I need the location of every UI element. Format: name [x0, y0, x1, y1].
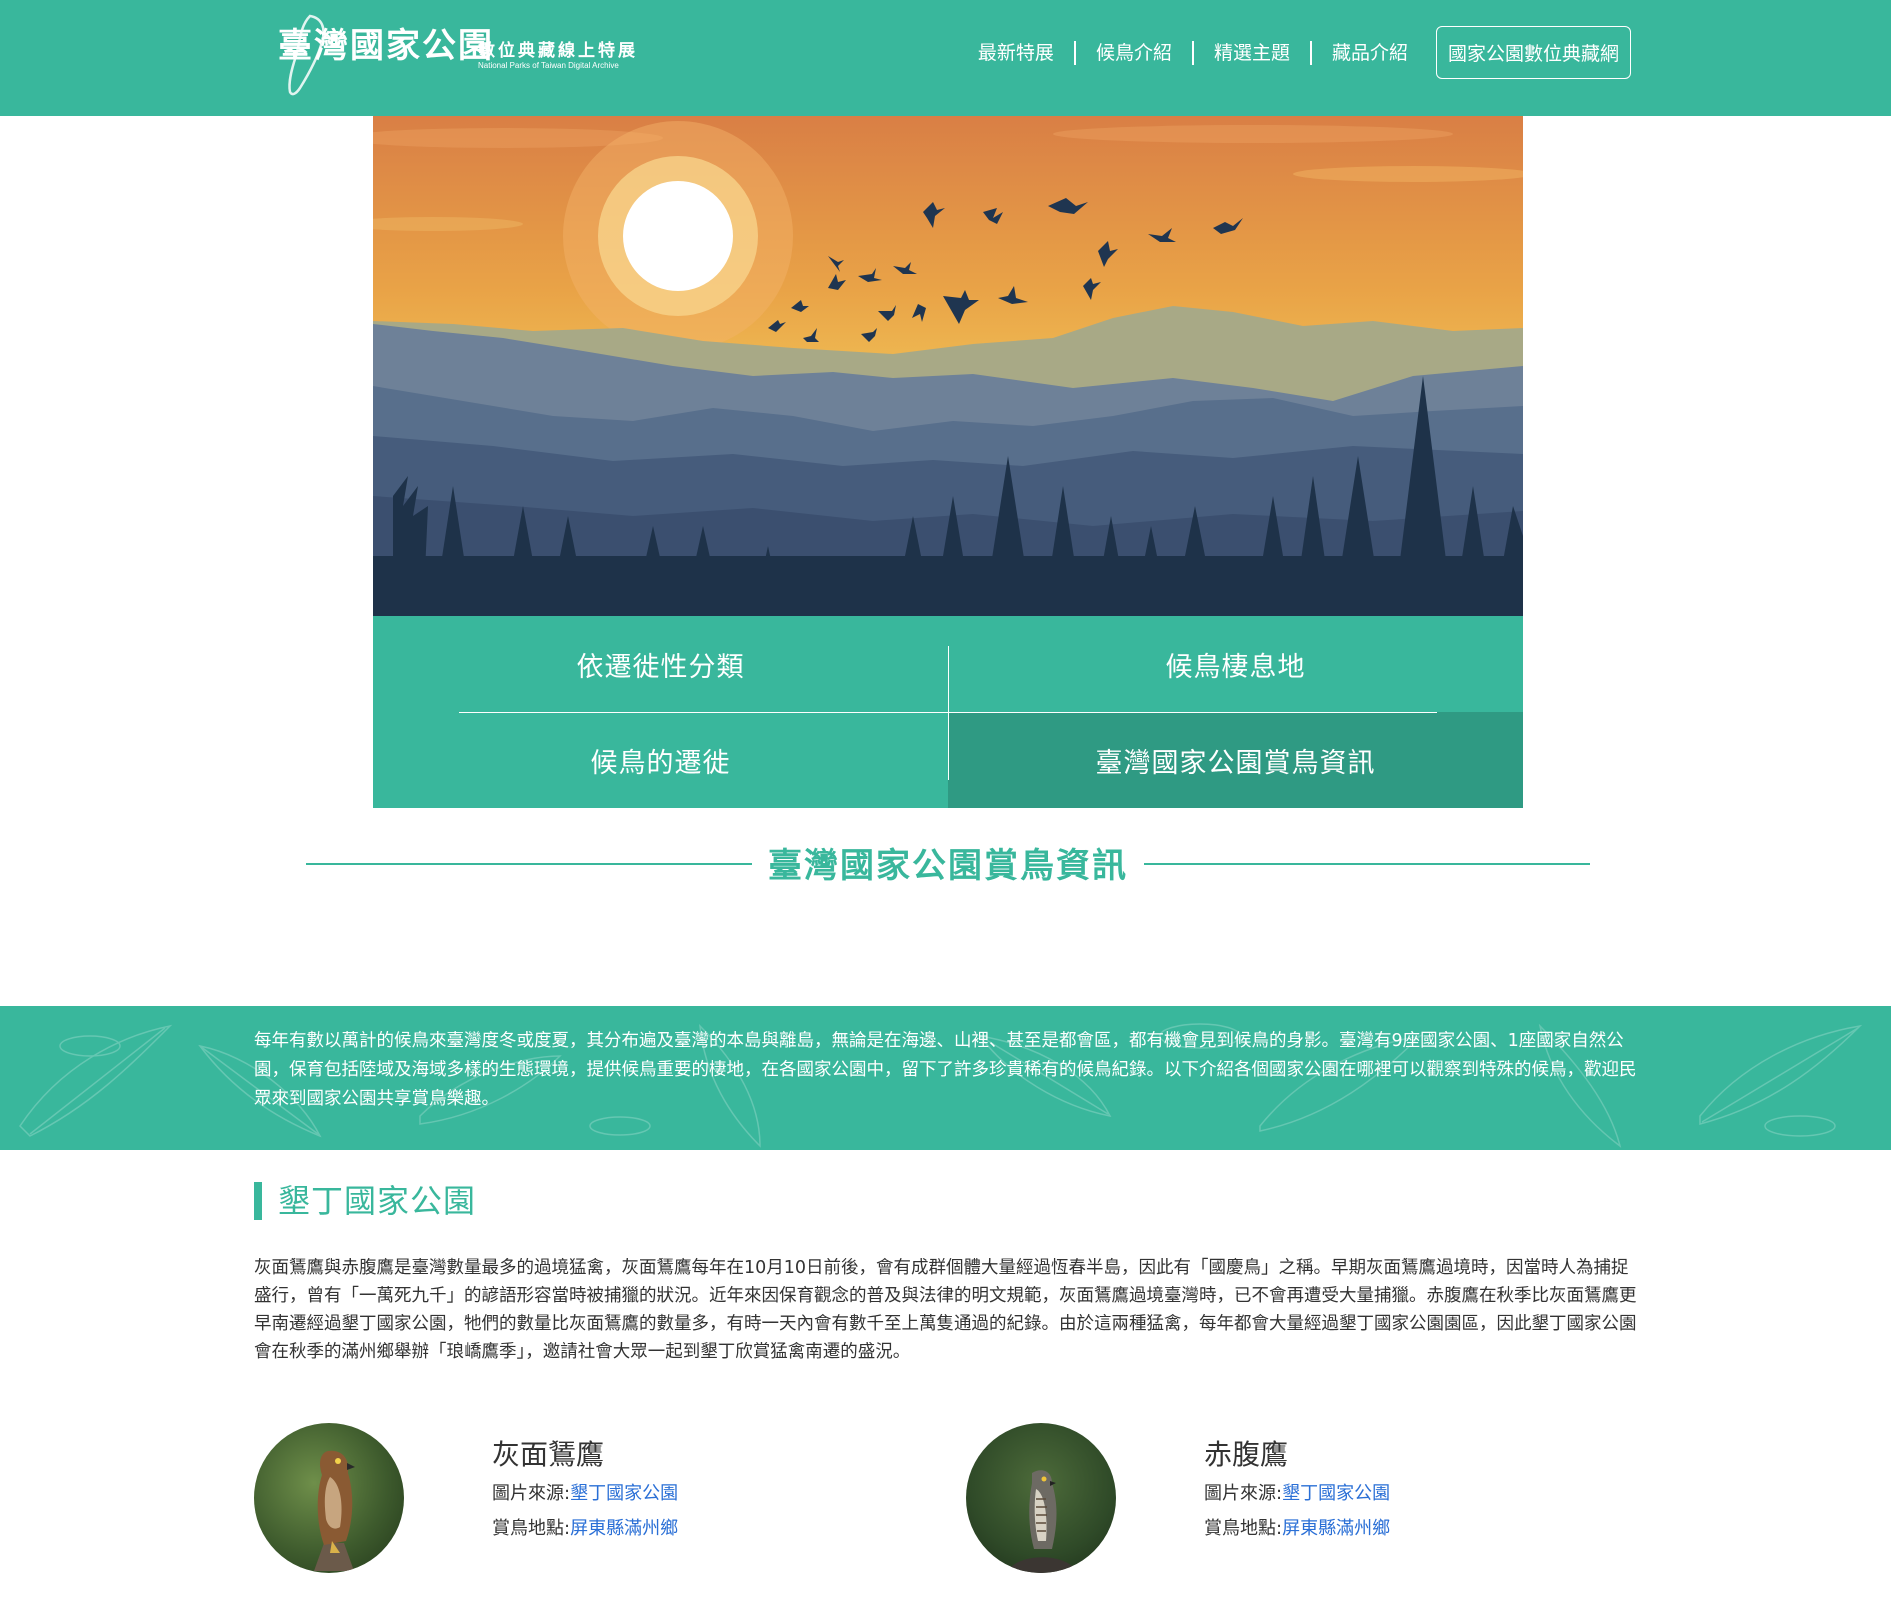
nav-migratory-birds[interactable]: 候鳥介紹: [1076, 40, 1194, 65]
bird-source-link[interactable]: 墾丁國家公園: [570, 1483, 678, 1504]
bird-location-link[interactable]: 屏東縣滿州鄉: [570, 1518, 678, 1539]
grey-faced-buzzard-photo: [254, 1423, 404, 1573]
bird-name: 赤腹鷹: [1204, 1438, 1289, 1471]
main-nav: 最新特展 候鳥介紹 精選主題 藏品介紹 國家公園數位典藏網: [958, 26, 1631, 79]
archive-site-button[interactable]: 國家公園數位典藏網: [1435, 26, 1631, 79]
nav-collections[interactable]: 藏品介紹: [1312, 41, 1428, 65]
bird-card: 灰面鵟鷹 圖片來源:墾丁國家公園 賞鳥地點:屏東縣滿州鄉: [254, 1423, 854, 1573]
intro-text: 每年有數以萬計的候鳥來臺灣度冬或度夏，其分布遍及臺灣的本島與離島，無論是在海邊、…: [254, 1031, 1637, 1109]
menu-migration-classification[interactable]: 依遷徙性分類: [373, 616, 948, 712]
bird-location-label: 賞鳥地點:: [1204, 1518, 1283, 1539]
bird-photo: [966, 1423, 1116, 1573]
topic-menu: 依遷徙性分類 候鳥棲息地 候鳥的遷徙 臺灣國家公園賞鳥資訊: [373, 616, 1523, 808]
bird-card: 赤腹鷹 圖片來源:墾丁國家公園 賞鳥地點:屏東縣滿州鄉: [966, 1423, 1566, 1573]
bird-location-link[interactable]: 屏東縣滿州鄉: [1282, 1518, 1390, 1539]
intro-band: 每年有數以萬計的候鳥來臺灣度冬或度夏，其分布遍及臺灣的本島與離島，無論是在海邊、…: [0, 1006, 1891, 1150]
bird-photo: [254, 1423, 404, 1573]
bird-location-label: 賞鳥地點:: [492, 1518, 571, 1539]
bird-name: 灰面鵟鷹: [492, 1438, 605, 1471]
bird-location: 賞鳥地點:屏東縣滿州鄉: [1204, 1514, 1390, 1540]
menu-divider-vertical: [948, 646, 949, 780]
menu-bird-migration[interactable]: 候鳥的遷徙: [373, 712, 948, 808]
bird-location: 賞鳥地點:屏東縣滿州鄉: [492, 1514, 678, 1540]
sunset-mountains-illustration: [373, 116, 1523, 616]
hero-banner: [373, 116, 1523, 616]
park-description: 灰面鵟鷹與赤腹鷹是臺灣數量最多的過境猛禽，灰面鵟鷹每年在10月10日前後，會有成…: [254, 1258, 1637, 1362]
logo-english-subtitle: National Parks of Taiwan Digital Archive: [478, 61, 619, 70]
bird-source: 圖片來源:墾丁國家公園: [1204, 1479, 1390, 1505]
section-title-text: 臺灣國家公園賞鳥資訊: [752, 846, 1144, 886]
bird-source: 圖片來源:墾丁國家公園: [492, 1479, 678, 1505]
logo-title: 臺灣國家公園: [278, 26, 494, 66]
menu-divider-horizontal: [459, 712, 1437, 713]
nav-latest-exhibitions[interactable]: 最新特展: [958, 40, 1076, 65]
park-heading: 墾丁國家公園: [254, 1182, 476, 1220]
site-header: 臺灣國家公園 數位典藏線上特展 National Parks of Taiwan…: [0, 0, 1891, 116]
bird-source-label: 圖片來源:: [492, 1483, 571, 1504]
menu-birdwatching-info[interactable]: 臺灣國家公園賞鳥資訊: [948, 712, 1523, 808]
chinese-sparrowhawk-photo: [966, 1423, 1116, 1573]
bird-source-link[interactable]: 墾丁國家公園: [1282, 1483, 1390, 1504]
menu-bird-habitats[interactable]: 候鳥棲息地: [948, 616, 1523, 712]
logo-subtitle: 數位典藏線上特展: [478, 41, 638, 61]
section-title: 臺灣國家公園賞鳥資訊: [306, 838, 1590, 887]
nav-featured-topics[interactable]: 精選主題: [1194, 40, 1312, 65]
bird-source-label: 圖片來源:: [1204, 1483, 1283, 1504]
section-title-block: 臺灣國家公園賞鳥資訊: [306, 838, 1590, 888]
site-logo[interactable]: 臺灣國家公園 數位典藏線上特展 National Parks of Taiwan…: [270, 12, 650, 100]
